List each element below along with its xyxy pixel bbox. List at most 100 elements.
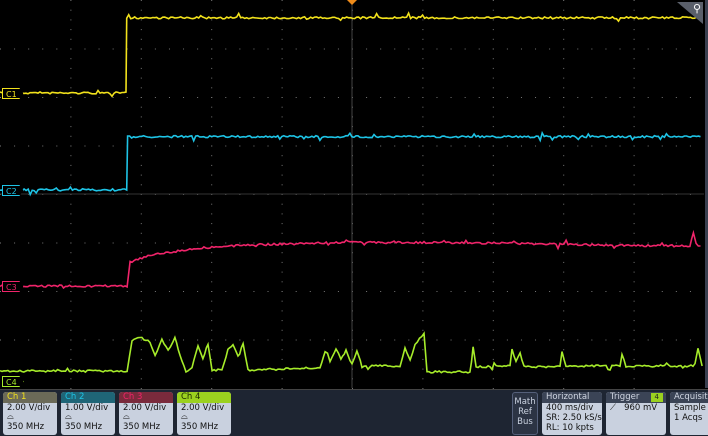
grid-dot <box>42 97 44 98</box>
grid-dot <box>267 339 269 341</box>
grid-dot <box>366 48 368 50</box>
grid-dot <box>140 58 142 60</box>
grid-dot <box>478 291 480 292</box>
grid-dot <box>140 116 142 118</box>
grid-dot <box>168 145 170 147</box>
grid-dot <box>619 48 621 50</box>
grid-dot <box>422 164 424 166</box>
channel-3-marker[interactable]: C3 <box>2 281 24 292</box>
grid-dot <box>70 349 72 351</box>
grid-dot <box>225 339 227 341</box>
grid-dot <box>633 271 635 273</box>
grid-dot <box>56 145 58 147</box>
grid-dot <box>309 145 311 147</box>
bus-label: Bus <box>517 417 533 427</box>
grid-dot <box>577 48 579 50</box>
grid-dot <box>112 48 114 50</box>
grid-dot <box>492 164 494 166</box>
grid-dot <box>563 349 565 351</box>
math-ref-bus-button[interactable]: Math Ref Bus <box>512 392 538 435</box>
acquisition-badge[interactable]: Acquisit Sample 1 Acqs <box>670 392 708 435</box>
grid-dot <box>591 145 593 147</box>
grid-dot <box>168 48 170 50</box>
grid-dot <box>563 252 565 254</box>
grid-dot <box>112 339 114 341</box>
grid-dot <box>492 252 494 254</box>
grid-dot <box>14 242 16 244</box>
grid-dot <box>619 145 621 147</box>
horizontal-badge[interactable]: Horizontal 400 ms/div SR: 2.50 kS/s RL: … <box>542 392 602 435</box>
grid-dot <box>492 261 494 263</box>
channel-4-marker[interactable]: C4 <box>2 376 24 387</box>
grid-dot <box>689 97 691 98</box>
grid-dot <box>56 339 58 341</box>
grid-dot <box>366 145 368 147</box>
grid-dot <box>605 48 607 50</box>
graticule <box>0 0 708 389</box>
grid-dot <box>520 48 522 50</box>
grid-dot <box>394 145 396 147</box>
channel-2-badge[interactable]: Ch 2 1.00 V/div ⌓ 350 MHz <box>61 392 115 435</box>
grid-dot <box>211 145 213 147</box>
grid-dot <box>464 48 466 50</box>
grid-dot <box>422 126 424 128</box>
trigger-position-marker <box>347 0 357 5</box>
grid-dot <box>563 9 565 11</box>
grid-dot <box>140 281 142 283</box>
grid-dot <box>126 339 128 341</box>
grid-dot <box>689 48 691 50</box>
grid-dot <box>211 320 213 322</box>
grid-dot <box>506 48 508 50</box>
grid-dot <box>661 48 663 50</box>
grid-dot <box>140 126 142 128</box>
grid-dot <box>619 242 621 244</box>
grid-dot <box>619 339 621 341</box>
grid-dot <box>506 145 508 147</box>
grid-dot <box>211 0 213 1</box>
grid-dot <box>140 155 142 157</box>
grid-dot <box>394 339 396 341</box>
grid-dot <box>619 97 621 98</box>
grid-dot <box>563 77 565 79</box>
grid-dot <box>394 97 396 98</box>
grid-dot <box>211 242 213 244</box>
grid-dot <box>253 291 255 292</box>
acquisition-count: 1 Acqs <box>674 413 703 423</box>
channel-1-marker[interactable]: C1 <box>2 88 24 99</box>
grid-dot <box>211 29 213 31</box>
grid-dot <box>140 213 142 215</box>
grid-dot <box>211 106 213 108</box>
grid-dot <box>281 87 283 89</box>
grid-dot <box>70 339 72 341</box>
grid-dot <box>535 48 537 50</box>
grid-dot <box>267 48 269 50</box>
grid-dot <box>633 87 635 89</box>
channel-4-trace <box>0 331 703 374</box>
channel-3-badge[interactable]: Ch 3 2.00 V/div ⌓ 350 MHz <box>119 392 173 435</box>
grid-dot <box>253 97 255 98</box>
grid-dot <box>563 368 565 370</box>
grid-dot <box>14 145 16 147</box>
grid-dot <box>28 242 30 244</box>
grid-dot <box>211 48 213 50</box>
grid-dot <box>98 339 100 341</box>
channel-2-marker[interactable]: C2 <box>2 185 24 196</box>
grid-dot <box>563 174 565 176</box>
waveform-display[interactable]: C1 C2 C3 C4 ⚲ <box>0 0 708 390</box>
grid-dot <box>492 145 494 147</box>
grid-dot <box>647 97 649 98</box>
grid-dot <box>140 145 142 147</box>
grid-dot <box>520 145 522 147</box>
grid-dot <box>563 164 565 166</box>
channel-1-badge[interactable]: Ch 1 2.00 V/div ⌓ 350 MHz <box>3 392 57 435</box>
grid-dot <box>661 291 663 292</box>
grid-dot <box>633 213 635 215</box>
channel-4-badge[interactable]: Ch 4 2.00 V/div ⌓ 350 MHz <box>177 392 231 435</box>
trigger-badge[interactable]: Trigger 4 ⟋ 960 mV <box>606 392 666 435</box>
grid-dot <box>140 232 142 234</box>
grid-dot <box>647 242 649 244</box>
grid-dot <box>506 291 508 292</box>
grid-dot <box>422 349 424 351</box>
grid-dot <box>492 358 494 360</box>
grid-dot <box>0 97 1 98</box>
